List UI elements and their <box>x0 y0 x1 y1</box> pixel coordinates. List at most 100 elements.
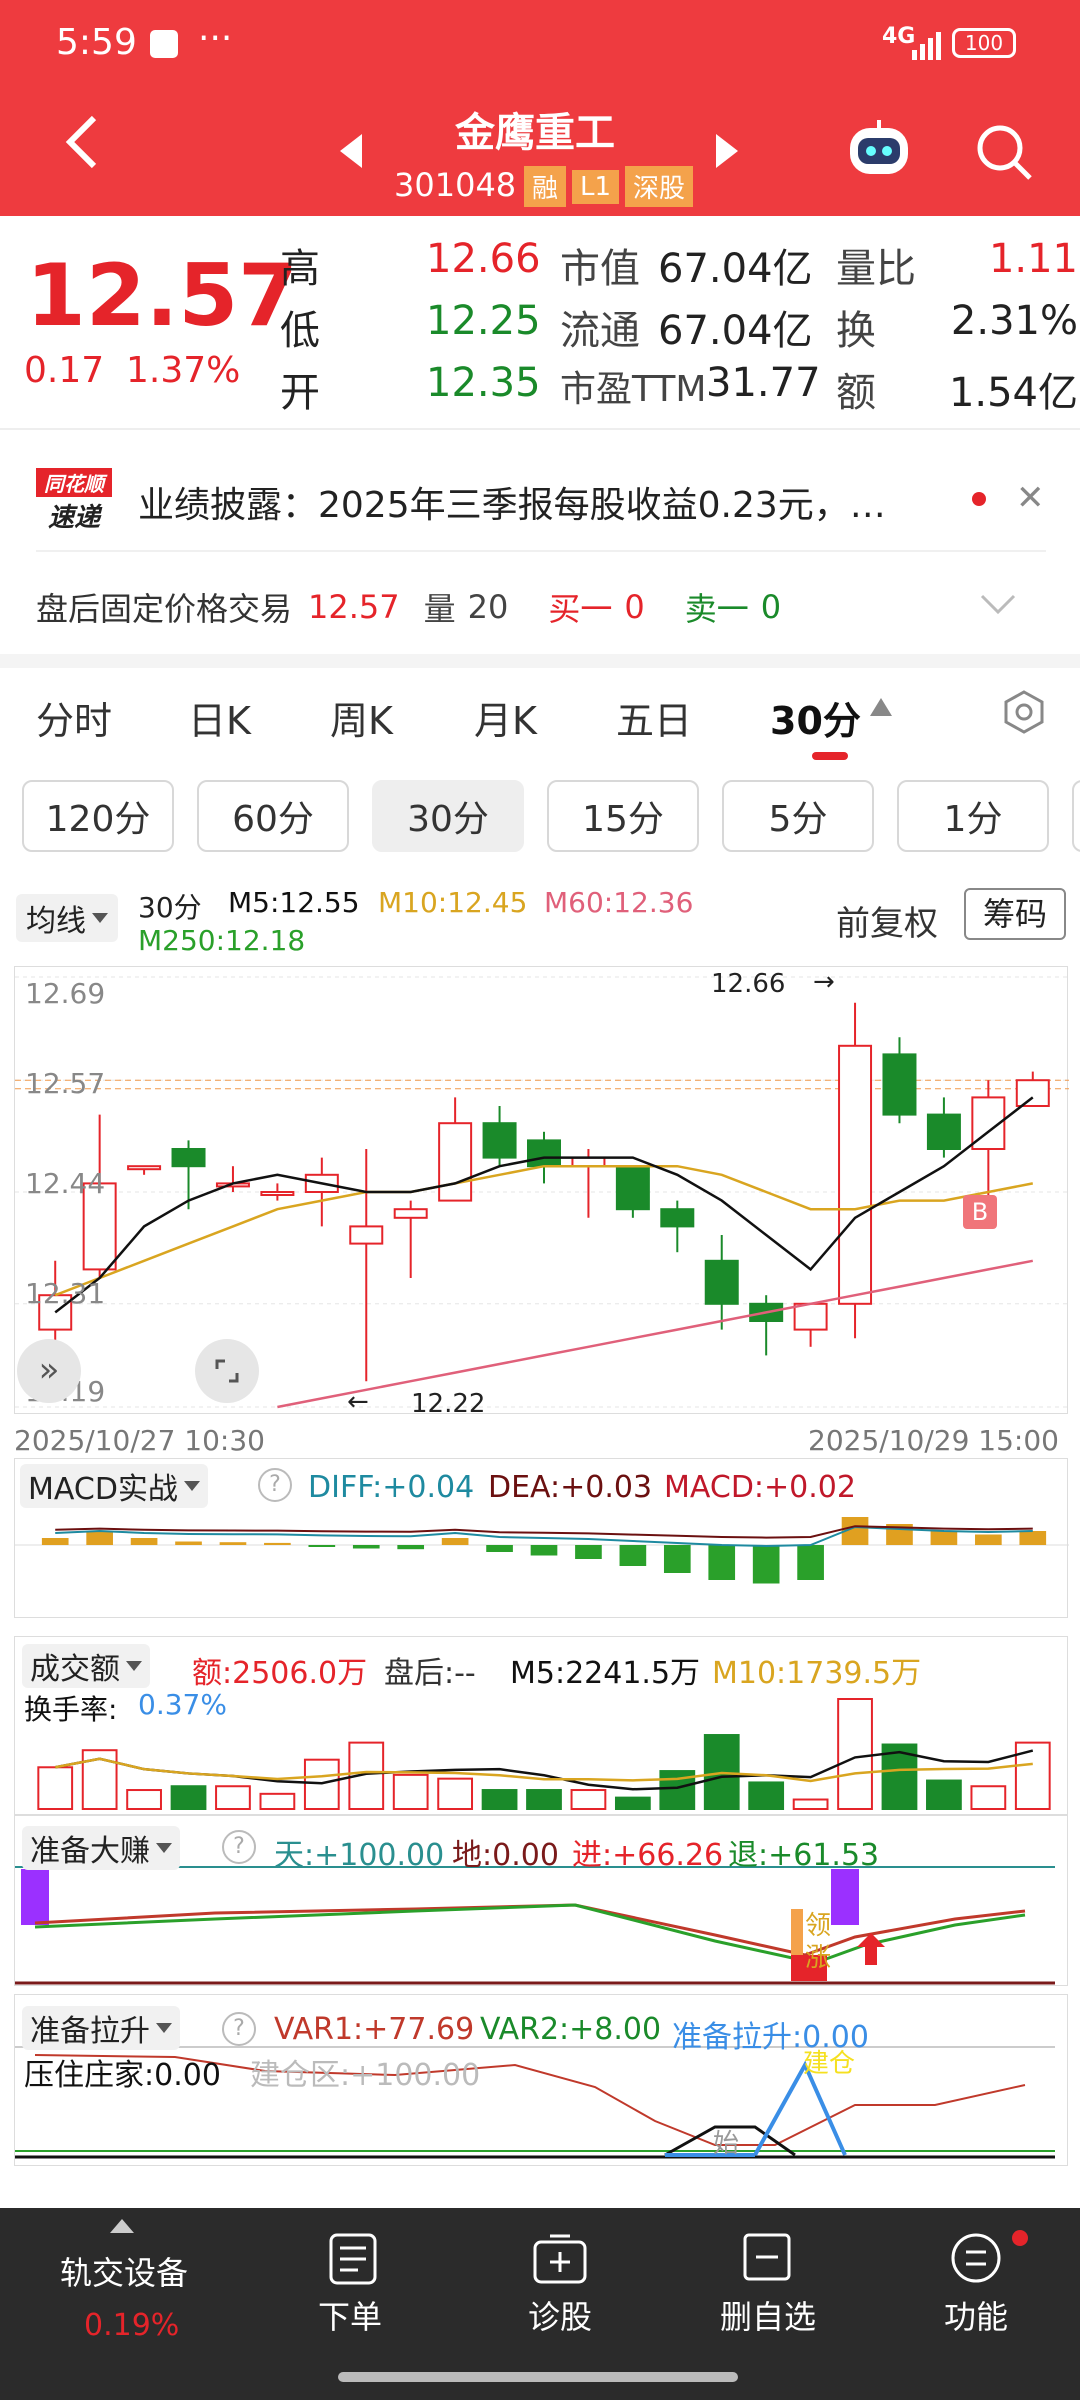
macd-bar <box>1019 1531 1047 1545</box>
seg-15[interactable]: 15分 <box>547 780 699 852</box>
signal-icon <box>912 30 942 60</box>
sell1-value: 0 <box>760 588 782 626</box>
stock-name: 金鹰重工 <box>455 110 615 156</box>
candle-body <box>615 1165 650 1211</box>
volume-bar <box>570 1789 607 1811</box>
zbls-jiancang-area: 建仓区:+100.00 <box>250 2058 481 2093</box>
next-stock-icon[interactable] <box>714 134 738 172</box>
value-amount: 1.54亿 <box>948 370 1078 416</box>
nav-diagnose-label[interactable]: 诊股 <box>528 2292 592 2338</box>
help-icon[interactable]: ? <box>222 2012 256 2046</box>
tab-30min[interactable]: 30分 <box>770 690 861 745</box>
adjust-button[interactable]: 前复权 <box>836 896 938 945</box>
status-time: 5:59 <box>56 22 137 63</box>
news-text[interactable]: 业绩披露：2025年三季报每股收益0.23元，… <box>138 476 958 528</box>
search-icon[interactable] <box>974 122 1034 186</box>
nav-function-label[interactable]: 功能 <box>944 2292 1008 2338</box>
value-open: 12.35 <box>426 360 541 406</box>
label-low: 低 <box>280 308 320 354</box>
zbls-shi: 始 <box>713 2129 740 2159</box>
diagnose-icon[interactable] <box>532 2232 588 2290</box>
network-label: 4G <box>882 24 916 49</box>
zbdz-selector[interactable]: 准备大赚 <box>22 1826 180 1870</box>
chevron-down-icon[interactable] <box>980 592 1016 620</box>
settings-icon[interactable] <box>1002 690 1046 738</box>
candle-body <box>926 1113 961 1151</box>
ma-period: 30分 <box>138 891 202 924</box>
macd-bar <box>663 1545 691 1573</box>
ma250-value: M250:12.18 <box>138 924 306 957</box>
expand-left-icon[interactable]: » <box>17 1339 81 1403</box>
macd-bar <box>175 1541 202 1545</box>
close-icon[interactable]: ✕ <box>1016 478 1045 518</box>
macd-selector[interactable]: MACD实战 <box>20 1464 208 1508</box>
candle-body <box>793 1302 828 1331</box>
sector-name[interactable]: 轨交设备 <box>60 2248 188 2294</box>
value-turnover: 2.31% <box>950 298 1078 344</box>
kline-chart[interactable]: 12.69 12.57 12.44 12.31 12.19 12.66 → ← … <box>14 966 1069 1419</box>
help-icon[interactable]: ? <box>222 1830 256 1864</box>
macd-bar <box>352 1545 380 1549</box>
zbls-ls: 准备拉升:0.00 <box>672 2020 869 2055</box>
tab-weekly[interactable]: 周K <box>330 690 393 745</box>
volume-bar <box>170 1785 207 1810</box>
tab-daily[interactable]: 日K <box>188 690 251 745</box>
volume-bar <box>481 1789 518 1811</box>
zbls-var1: VAR1:+77.69 <box>274 2012 475 2047</box>
prev-stock-icon[interactable] <box>340 134 364 172</box>
volume-bar <box>614 1796 651 1811</box>
candle-body <box>171 1148 206 1168</box>
chips-button[interactable]: 筹码 <box>964 888 1066 940</box>
after-hours-vol-label: 量 <box>423 590 456 628</box>
help-icon[interactable]: ? <box>258 1468 292 1502</box>
volume-bar <box>259 1792 296 1811</box>
seg-5[interactable]: 5分 <box>722 780 874 852</box>
seg-120[interactable]: 120分 <box>22 780 174 852</box>
order-icon[interactable] <box>328 2232 378 2290</box>
after-hours-vol: 20 <box>467 588 509 626</box>
y-tick: 12.44 <box>25 1167 106 1200</box>
macd-bar <box>797 1545 824 1580</box>
macd-bar <box>530 1545 558 1556</box>
tab-monthly[interactable]: 月K <box>474 690 537 745</box>
robot-icon[interactable] <box>846 120 912 184</box>
macd-name: MACD实战 <box>28 1472 178 1507</box>
volume-bar <box>37 1766 74 1810</box>
seg-1[interactable]: 1分 <box>897 780 1049 852</box>
remove-watch-icon[interactable] <box>742 2232 792 2286</box>
menu-icon[interactable] <box>950 2232 1002 2288</box>
seg-more[interactable] <box>1072 780 1080 852</box>
low-label: 12.22 <box>411 1389 486 1419</box>
zbls-yazhu: 压住庄家:0.00 <box>24 2058 221 2093</box>
candle-body <box>704 1259 739 1305</box>
x-start-label: 2025/10/27 10:30 <box>14 1424 265 1457</box>
macd-bar <box>930 1531 958 1545</box>
candle-body <box>1015 1079 1050 1107</box>
calendar-icon <box>150 30 178 58</box>
ma10-value: M10:12.45 <box>378 886 528 919</box>
volume-amount: 额:2506.0万 <box>192 1656 368 1691</box>
zbls-selector[interactable]: 准备拉升 <box>22 2006 180 2050</box>
tab-fiveday[interactable]: 五日 <box>616 690 692 745</box>
seg-60[interactable]: 60分 <box>197 780 349 852</box>
volume-selector[interactable]: 成交额 <box>22 1644 150 1688</box>
label-turnover: 换 <box>836 308 876 354</box>
nav-order-label[interactable]: 下单 <box>318 2292 382 2338</box>
unread-dot <box>972 492 986 506</box>
value-mktcap: 67.04亿 <box>658 246 813 292</box>
volume-bar <box>526 1789 562 1811</box>
value-volratio: 1.11 <box>988 236 1078 282</box>
volume-bar <box>792 1798 829 1811</box>
fullscreen-icon[interactable] <box>195 1339 259 1403</box>
nav-remove-label[interactable]: 删自选 <box>720 2292 816 2338</box>
back-icon[interactable] <box>64 112 100 176</box>
macd-bar <box>264 1542 291 1545</box>
ma-selector[interactable]: 均线 <box>16 894 118 942</box>
macd-bar <box>397 1545 425 1550</box>
macd-bar <box>441 1538 469 1545</box>
tab-intraday[interactable]: 分时 <box>36 690 112 745</box>
macd-bar <box>975 1534 1002 1545</box>
high-label: 12.66 <box>711 969 786 999</box>
seg-30[interactable]: 30分 <box>372 780 524 852</box>
macd-bar <box>219 1542 247 1545</box>
